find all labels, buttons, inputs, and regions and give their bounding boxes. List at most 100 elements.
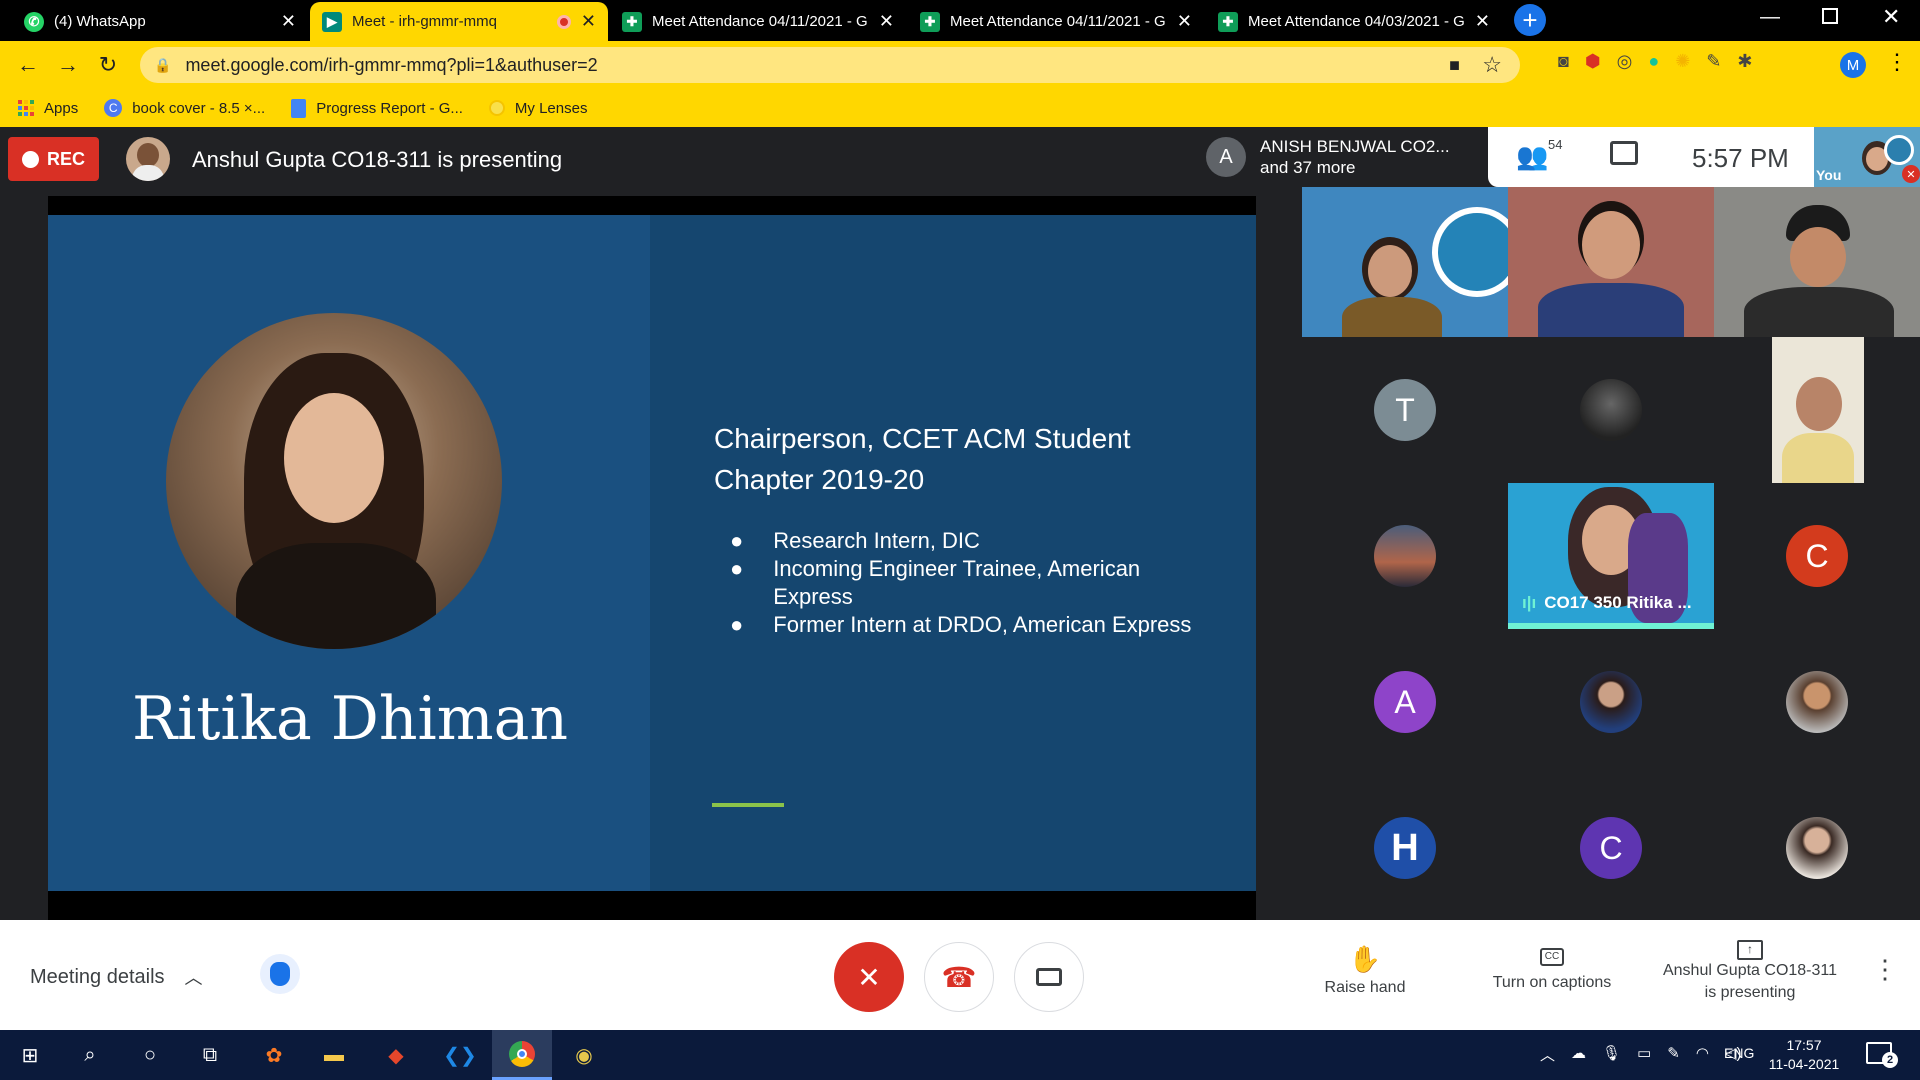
microphone-icon[interactable]: 🎙 (1602, 1044, 1621, 1065)
grammarly-extension-icon[interactable]: ● (1648, 51, 1659, 72)
close-icon[interactable]: ✕ (581, 11, 596, 32)
tab-whatsapp[interactable]: ✆ (4) WhatsApp ✕ (12, 2, 308, 41)
rec-label: REC (46, 148, 85, 169)
host-controls-button[interactable] (260, 954, 300, 994)
reload-icon[interactable]: ↻ (88, 45, 128, 85)
notifications-icon[interactable]: 2 (1866, 1042, 1898, 1068)
camera-toggle-button[interactable] (1014, 942, 1084, 1012)
bookmark-label: Apps (44, 99, 79, 117)
acm-logo (1884, 135, 1914, 165)
close-icon[interactable]: ✕ (281, 11, 296, 32)
battery-icon[interactable]: ▭ (1637, 1044, 1651, 1065)
restore-icon[interactable] (1822, 8, 1838, 24)
participant-tile-photo[interactable] (1508, 337, 1714, 483)
pen-icon[interactable]: ✎ (1667, 1044, 1680, 1065)
tab-sheets-1[interactable]: ✚ Meet Attendance 04/11/2021 - G ✕ (610, 2, 906, 41)
back-icon[interactable]: ← (8, 45, 48, 85)
speaker-name-title: Ritika Dhiman (131, 684, 569, 754)
mic-toggle-button[interactable]: ✕ (834, 942, 904, 1012)
forward-icon[interactable]: → (48, 45, 88, 85)
participant-tile-photo[interactable] (1508, 629, 1714, 775)
captions-button[interactable]: CC Turn on captions (1472, 944, 1632, 992)
participant-tile-c[interactable]: C (1714, 483, 1920, 629)
cc-icon: CC (1540, 948, 1564, 966)
tab-sheets-2[interactable]: ✚ Meet Attendance 04/11/2021 - G ✕ (908, 2, 1204, 41)
app-icon[interactable]: ◉ (564, 1038, 604, 1072)
close-window-icon[interactable]: ✕ (1882, 4, 1900, 30)
bookmark-my-lenses[interactable]: My Lenses (488, 99, 588, 117)
participant-tile-photo[interactable] (1714, 629, 1920, 775)
bookmark-label: My Lenses (514, 99, 588, 117)
participant-tile-c2[interactable]: C (1508, 775, 1714, 921)
task-view-icon[interactable]: ⧉ (190, 1038, 230, 1072)
tab-meet[interactable]: ▶ Meet - irh-gmmr-mmq ✕ (310, 2, 608, 41)
ublock-extension-icon[interactable]: ⬢ (1585, 51, 1601, 72)
slide-accent-line (712, 803, 784, 807)
minimize-icon[interactable]: — (1760, 6, 1780, 29)
participant-tile-video[interactable] (1714, 337, 1920, 483)
active-speaker-tile[interactable]: ı|ı CO17 350 Ritika ... (1508, 483, 1714, 629)
react-extension-icon[interactable]: ✺ (1675, 51, 1690, 72)
onedrive-icon[interactable]: ☁ (1571, 1044, 1586, 1065)
participant-tile-h[interactable]: H (1302, 775, 1508, 921)
participant-tile-video[interactable] (1508, 187, 1714, 337)
participants-button[interactable]: 👥 54 (1516, 137, 1562, 172)
participant-tile-video[interactable] (1714, 187, 1920, 337)
speaker-indicator: A ANISH BENJWAL CO2... and 37 more (1196, 127, 1486, 187)
language-indicator[interactable]: ENG (1724, 1045, 1754, 1061)
wifi-icon[interactable]: ◠ (1696, 1044, 1709, 1065)
speaking-wave-icon: ı|ı (1522, 593, 1537, 612)
file-explorer-icon[interactable]: ▬ (314, 1038, 354, 1072)
close-icon[interactable]: ✕ (879, 11, 894, 32)
bookmark-star-icon[interactable]: ☆ (1482, 52, 1502, 78)
close-icon[interactable]: ✕ (1177, 11, 1192, 32)
leave-call-button[interactable]: ☎ (924, 942, 994, 1012)
self-view-tile[interactable]: You ✕ (1814, 127, 1920, 187)
xampp-icon[interactable]: ✿ (254, 1038, 294, 1072)
present-now-button[interactable]: ↑ Anshul Gupta CO18-311 is presenting (1640, 940, 1860, 1004)
bookmark-apps[interactable]: Apps (18, 100, 78, 117)
bullet-item: Former Intern at DRDO, American Express (773, 612, 1192, 637)
bookmarks-bar: Apps C book cover - 8.5 ×... Progress Re… (0, 89, 1920, 127)
meet-controls-bar: Meeting details ︿ ✕ ☎ ✋ Raise hand CC Tu… (0, 920, 1920, 1030)
bookmark-book-cover[interactable]: C book cover - 8.5 ×... (104, 99, 265, 117)
presenter-avatar (126, 137, 170, 181)
profile-avatar[interactable]: M (1840, 52, 1866, 78)
mic-off-icon: ✕ (1902, 165, 1920, 183)
close-icon[interactable]: ✕ (1475, 11, 1490, 32)
vscode-icon[interactable]: ❮❯ (440, 1038, 480, 1072)
participant-tile-photo[interactable] (1302, 483, 1508, 629)
cortana-icon[interactable]: ○ (130, 1038, 170, 1072)
lens-icon (488, 100, 505, 116)
raise-hand-button[interactable]: ✋ Raise hand (1310, 944, 1420, 997)
tab-sheets-3[interactable]: ✚ Meet Attendance 04/03/2021 - G ✕ (1206, 2, 1502, 41)
url-field[interactable]: 🔒 meet.google.com/irh-gmmr-mmq?pli=1&aut… (140, 47, 1520, 83)
chat-icon[interactable] (1610, 141, 1638, 165)
slide-heading: Chairperson, CCET ACM Student Chapter 20… (714, 418, 1131, 500)
search-icon[interactable]: ⌕ (70, 1038, 110, 1072)
self-label: You (1816, 167, 1842, 183)
camera-blocked-icon[interactable]: ■ (1449, 55, 1460, 76)
present-screen-icon: ↑ (1737, 940, 1763, 960)
participant-tile-t[interactable]: T (1302, 337, 1508, 483)
puzzle-extensions-icon[interactable]: ✱ (1737, 51, 1752, 72)
chevron-up-icon[interactable]: ︿ (1540, 1044, 1555, 1065)
windows-start-icon[interactable]: ⊞ (10, 1038, 50, 1072)
sheets-icon: ✚ (622, 11, 642, 32)
people-icon: 👥 (1516, 141, 1549, 171)
meeting-details-button[interactable]: Meeting details ︿ (30, 964, 203, 990)
new-tab-button[interactable]: + (1514, 4, 1546, 36)
more-options-icon[interactable]: ⋮ (1872, 954, 1898, 985)
link-extension-icon[interactable]: ◎ (1617, 51, 1633, 72)
menu-kebab-icon[interactable]: ⋮ (1886, 49, 1908, 75)
participant-tile-a[interactable]: A (1302, 629, 1508, 775)
bookmark-progress-report[interactable]: Progress Report - G... (291, 98, 463, 118)
screenshot-extension-icon[interactable]: ◙ (1558, 51, 1569, 72)
taskbar-clock[interactable]: 17:57 11-04-2021 (1764, 1036, 1844, 1074)
participant-tile-photo[interactable] (1714, 775, 1920, 921)
pen-extension-icon[interactable]: ✎ (1706, 51, 1721, 72)
chrome-icon[interactable] (492, 1030, 552, 1080)
participant-tile-video[interactable] (1302, 187, 1508, 337)
wps-office-icon[interactable]: ◆ (376, 1038, 416, 1072)
bullet-item: Research Intern, DIC (773, 528, 980, 553)
